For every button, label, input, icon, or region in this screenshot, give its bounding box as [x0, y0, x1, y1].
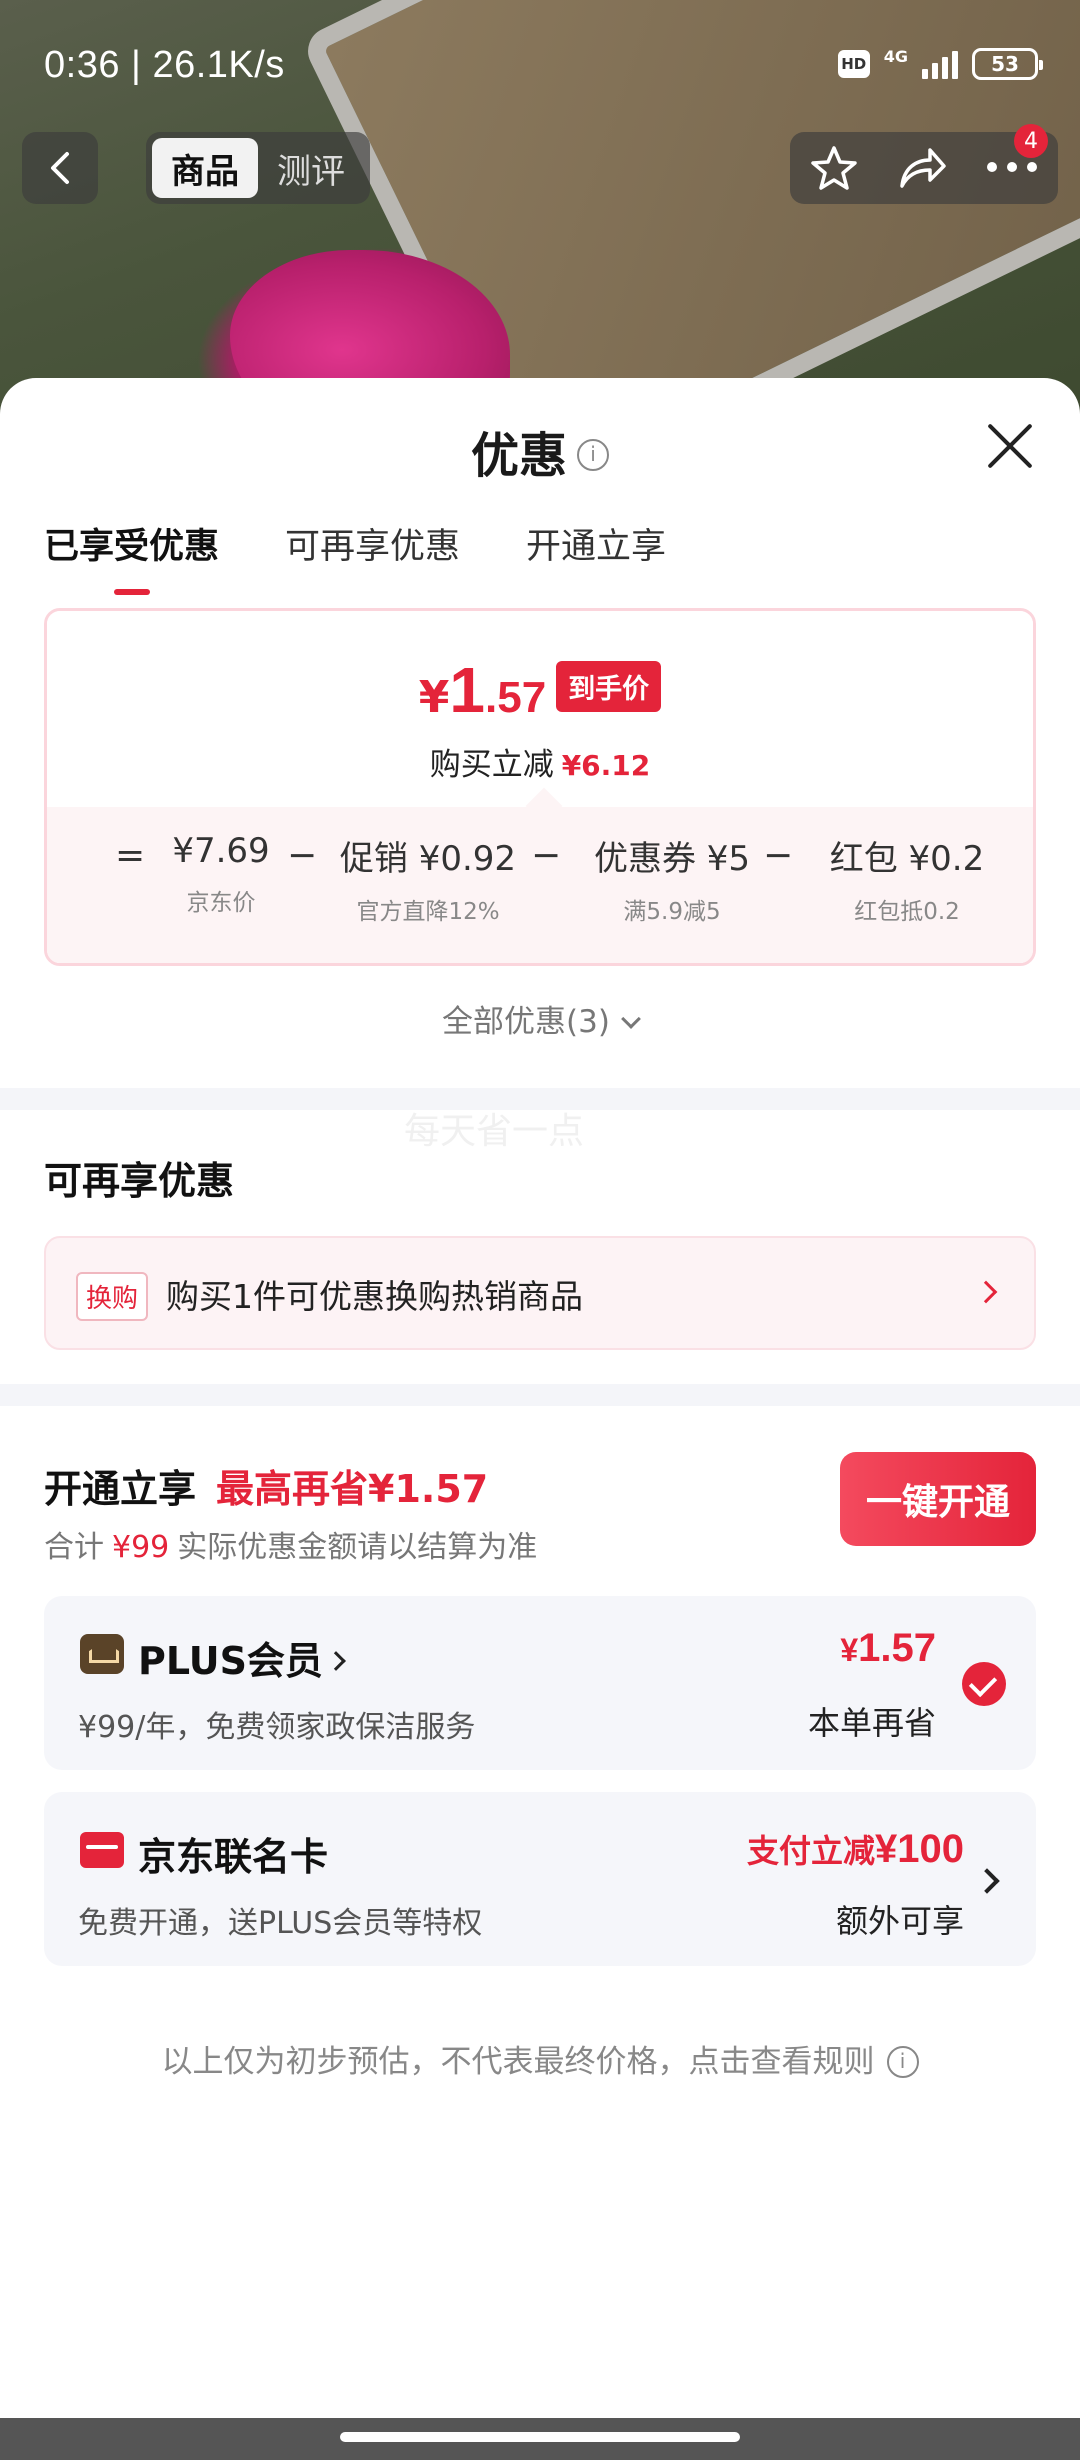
price-formula-area: = ¥7.69 京东价 − 促销 ¥0.92 官方直降12% − 优惠券 ¥5 … [47, 787, 1033, 963]
info-icon: i [886, 2046, 919, 2078]
formula-item-promotion: 促销 ¥0.92 官方直降12% [323, 831, 533, 926]
plus-saving-label: 本单再省 [807, 1704, 936, 1742]
open-section-title: 开通立享 最高再省¥1.57 [44, 1458, 488, 1513]
back-button[interactable] [22, 132, 98, 204]
chevron-right-icon [326, 1651, 346, 1671]
currency-symbol: ¥ [840, 1632, 859, 1668]
instant-discount-label: 购买立减 [429, 747, 554, 783]
jd-card-promo: 支付立减¥100 [747, 1826, 964, 1872]
total-label: 合计 [44, 1530, 104, 1565]
all-coupons-toggle[interactable]: 全部优惠(3) [0, 996, 1080, 1041]
jd-card-promo-text: 支付立减 [747, 1832, 876, 1870]
jd-card-desc: 免费开通，送PLUS会员等特权 [78, 1906, 483, 1941]
credit-card-icon [80, 1832, 124, 1868]
formula-label: 红包抵0.2 [854, 899, 960, 925]
chevron-right-icon [974, 1280, 998, 1304]
instant-discount-line: 购买立减 ¥6.12 [47, 739, 1033, 784]
open-section-subtitle: 合计 ¥99 实际优惠金额请以结算为准 [44, 1522, 537, 1566]
discount-subtabs: 已享受优惠 可再享优惠 开通立享 [44, 518, 666, 595]
more-icon [987, 161, 1038, 172]
share-icon[interactable] [896, 144, 948, 192]
watermark-text: 每天省一点 [404, 1111, 585, 1152]
swap-tag: 换购 [76, 1272, 149, 1321]
formula-label: 京东价 [186, 890, 256, 916]
formula-label: 满5.9减5 [623, 899, 721, 925]
battery-icon: 53 [972, 48, 1043, 80]
notification-badge: 4 [1014, 124, 1048, 158]
jd-card-extra: 额外可享 [835, 1902, 964, 1940]
back-icon [51, 152, 69, 184]
price-decimal: .57 [485, 673, 547, 722]
formula-value: 促销 ¥0.92 [339, 839, 517, 879]
plus-member-title-text: PLUS会员 [138, 1639, 323, 1683]
close-button[interactable] [984, 420, 1036, 472]
final-price-top: ¥1.57 到手价 购买立减 ¥6.12 [47, 611, 1033, 807]
subtab-more[interactable]: 可再享优惠 [285, 518, 460, 595]
signal-icon [922, 49, 958, 79]
swap-offer-text: 购买1件可优惠换购热销商品 [166, 1277, 583, 1316]
formula-op: − [287, 835, 318, 876]
estimate-note[interactable]: 以上仅为初步预估，不代表最终价格，点击查看规则 i [0, 2036, 1080, 2082]
network-type: 4G [883, 46, 908, 66]
final-price: ¥1.57 到手价 [47, 653, 1033, 727]
tab-product[interactable]: 商品 [152, 138, 258, 198]
chevron-down-icon [621, 1009, 641, 1029]
home-indicator[interactable] [340, 2432, 740, 2442]
one-click-open-button[interactable]: 一键开通 [840, 1452, 1036, 1546]
jd-card-title: 京东联名卡 [138, 1835, 329, 1879]
plus-member-card[interactable]: PLUS会员 ¥99/年，免费领家政保洁服务 ¥1.57 本单再省 [44, 1596, 1036, 1770]
gesture-bar [0, 2418, 1080, 2460]
section-divider [0, 1384, 1080, 1406]
plus-saving-price: ¥1.57 [840, 1626, 936, 1671]
jd-card-promo-value: ¥100 [875, 1827, 964, 1871]
price-integer: 1 [449, 654, 486, 726]
total-note: 实际优惠金额请以结算为准 [177, 1530, 538, 1565]
max-saving-text: 最高再省¥1.57 [216, 1467, 489, 1511]
product-tabs: 商品 测评 [146, 132, 370, 204]
instant-discount-value: ¥6.12 [561, 749, 651, 782]
top-nav: 商品 测评 4 [0, 124, 1080, 210]
formula-item-redpacket: 红包 ¥0.2 红包抵0.2 [801, 831, 1013, 926]
sheet-title-text: 优惠 [470, 428, 567, 484]
formula-op: − [531, 835, 562, 876]
subtab-enjoyed[interactable]: 已享受优惠 [44, 518, 219, 595]
formula-op: − [763, 835, 794, 876]
formula-value: 优惠券 ¥5 [593, 839, 751, 879]
all-coupons-label: 全部优惠(3) [442, 1004, 610, 1040]
jd-cobrand-card[interactable]: 京东联名卡 免费开通，送PLUS会员等特权 支付立减¥100 额外可享 [44, 1792, 1036, 1966]
plus-member-desc: ¥99/年，免费领家政保洁服务 [78, 1710, 476, 1745]
formula-label: 官方直降12% [356, 899, 500, 925]
total-price: ¥99 [112, 1530, 170, 1565]
open-section-title-text: 开通立享 [44, 1467, 197, 1511]
formula-item-coupon: 优惠券 ¥5 满5.9减5 [569, 831, 775, 926]
info-icon[interactable]: i [577, 439, 609, 471]
nav-actions: 4 [790, 124, 1058, 204]
swap-offer-row[interactable]: 换购 购买1件可优惠换购热销商品 [44, 1236, 1036, 1350]
sheet-title: 优惠 i [0, 416, 1080, 486]
status-time: 0:36 | 26.1K/s [44, 44, 285, 86]
chevron-right-icon [974, 1868, 1000, 1894]
formula-value: 红包 ¥0.2 [829, 839, 985, 879]
plus-saving-value: 1.57 [858, 1626, 936, 1670]
tab-review[interactable]: 测评 [258, 138, 364, 198]
checkmark-icon[interactable] [962, 1662, 1006, 1706]
subtab-open[interactable]: 开通立享 [526, 518, 666, 595]
final-price-card: ¥1.57 到手价 购买立减 ¥6.12 = ¥7.69 京东价 − 促销 ¥0.9… [44, 608, 1036, 966]
crown-icon [80, 1634, 124, 1674]
currency-symbol: ¥ [418, 672, 450, 723]
estimate-note-text: 以上仅为初步预估，不代表最终价格，点击查看规则 [161, 2044, 875, 2080]
status-bar: 0:36 | 26.1K/s HD 4G 53 [0, 0, 1080, 130]
plus-member-title[interactable]: PLUS会员 [138, 1630, 346, 1685]
star-icon[interactable] [809, 143, 859, 193]
more-button[interactable] [985, 159, 1039, 178]
final-price-tag: 到手价 [556, 661, 662, 712]
hd-icon: HD [837, 50, 870, 78]
price-formula: = ¥7.69 京东价 − 促销 ¥0.92 官方直降12% − 优惠券 ¥5 … [47, 831, 1033, 951]
more-discount-title: 可再享优惠 [44, 1159, 235, 1203]
status-icons: HD 4G 53 [837, 46, 1043, 80]
